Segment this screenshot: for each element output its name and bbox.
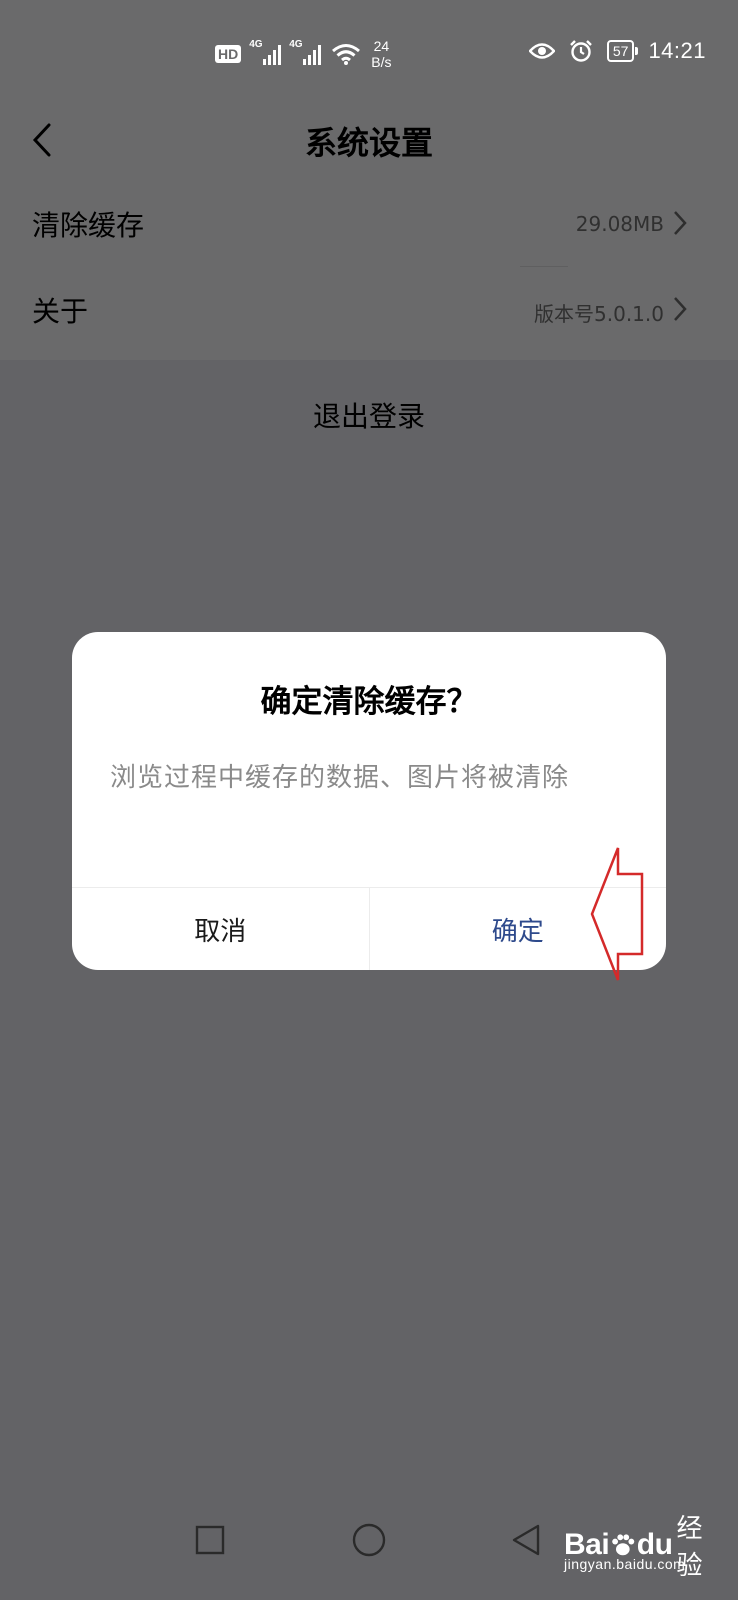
network-type-2: 4G <box>289 39 303 50</box>
version-value: 版本号5.0.1.0 <box>534 302 664 326</box>
clock: 14:21 <box>648 38 706 63</box>
status-left: HD 4G 4G 24 B/s <box>215 38 391 70</box>
chevron-right-icon <box>674 211 687 235</box>
wifi-icon <box>332 44 361 65</box>
alarm-icon <box>570 40 592 62</box>
settings-item-about[interactable]: 关于 版本号5.0.1.0 <box>0 266 738 352</box>
recents-button[interactable] <box>180 1510 240 1570</box>
confirm-dialog: 确定清除缓存？ 浏览过程中缓存的数据、图片将被清除 取消 确定 <box>72 632 666 970</box>
dialog-title: 确定清除缓存？ <box>260 684 478 720</box>
logout-button[interactable]: 退出登录 <box>0 395 738 435</box>
cache-size-value: 29.08MB <box>575 212 664 236</box>
battery-icon: 57 <box>606 40 638 62</box>
hd-icon: HD <box>215 45 242 63</box>
chevron-right-icon <box>674 297 687 321</box>
page-title: 系统设置 <box>304 124 433 162</box>
settings-item-label: 清除缓存 <box>32 209 145 242</box>
settings-item-label: 关于 <box>32 295 89 328</box>
cancel-button[interactable]: 取消 <box>72 888 370 970</box>
eye-icon <box>528 43 555 59</box>
watermark-url: jingyan.baidu.com <box>564 1556 686 1572</box>
back-nav-button[interactable] <box>496 1510 556 1570</box>
triangle-back-icon <box>512 1524 540 1556</box>
network-type-1: 4G <box>249 39 263 50</box>
network-speed: 24 B/s <box>371 38 392 70</box>
annotation-arrow-icon <box>590 847 644 981</box>
signal-icon-1: 4G <box>249 39 282 65</box>
status-bar: HD 4G 4G 24 B/s 57 14:21 <box>0 0 738 100</box>
settings-item-clear-cache[interactable]: 清除缓存 29.08MB <box>0 180 738 266</box>
dialog-buttons: 取消 确定 <box>72 887 666 970</box>
signal-icon-2: 4G <box>289 39 322 65</box>
dialog-message: 浏览过程中缓存的数据、图片将被清除 <box>110 763 570 793</box>
home-button[interactable] <box>339 1510 399 1570</box>
square-icon <box>195 1525 225 1555</box>
circle-icon <box>352 1523 386 1557</box>
settings-list: 清除缓存 29.08MB 关于 版本号5.0.1.0 <box>0 180 738 360</box>
baidu-jingyan-watermark: Bai du 经验 jingyan.baidu.com <box>560 1500 720 1590</box>
status-right: 57 14:21 <box>528 38 706 64</box>
header: 系统设置 <box>0 100 738 180</box>
